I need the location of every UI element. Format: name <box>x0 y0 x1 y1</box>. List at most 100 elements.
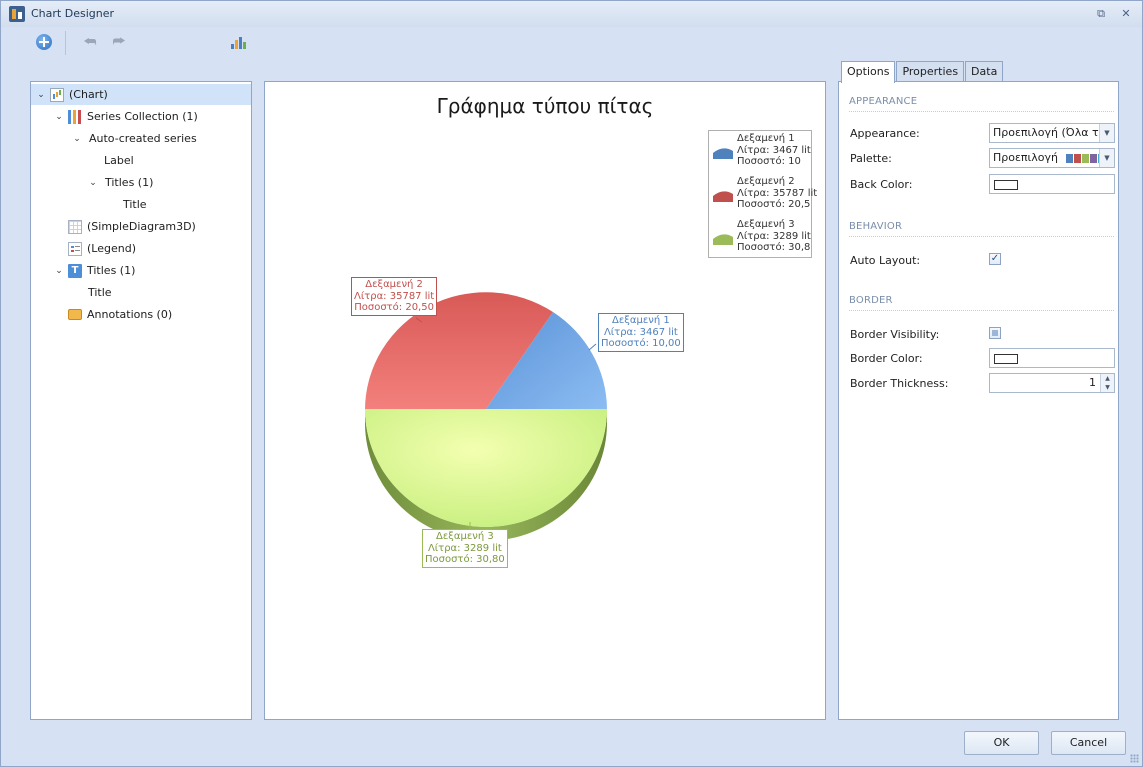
pie-label-tank-1: Δεξαμενή 1 Λίτρα: 3467 lit Ποσοστό: 10,0… <box>598 313 684 352</box>
add-circle-icon <box>36 34 52 50</box>
tree-item-label: Titles (1) <box>87 264 136 277</box>
chevron-down-icon[interactable]: ▼ <box>1099 149 1114 167</box>
chevron-down-icon[interactable]: ⌄ <box>35 90 47 100</box>
pie-label-line: Δεξαμενή 2 <box>365 279 423 290</box>
app-icon <box>9 6 25 22</box>
palette-dropdown[interactable]: Προεπιλογή ▼ <box>989 148 1115 168</box>
border-visibility-checkbox[interactable] <box>989 327 1001 339</box>
chart-icon <box>50 87 64 102</box>
border-thickness-label: Border Thickness: <box>850 377 949 390</box>
tree-item-annotations[interactable]: Annotations (0) <box>31 304 251 325</box>
redo-arrow-icon: ⮫ <box>112 34 126 50</box>
chevron-down-icon[interactable]: ⌄ <box>53 266 65 276</box>
tree-item-label: Series Collection (1) <box>87 110 198 123</box>
legend-line: Ποσοστό: 30,8 <box>737 242 811 253</box>
tree-item-label: Annotations (0) <box>87 308 173 321</box>
pie-label-line: Λίτρα: 3289 lit <box>427 542 502 554</box>
palette-value: Προεπιλογή <box>993 151 1058 164</box>
section-divider <box>849 236 1114 237</box>
chevron-down-icon[interactable]: ⌄ <box>71 134 83 144</box>
auto-layout-checkbox[interactable]: ✓ <box>989 253 1001 265</box>
palette-label: Palette: <box>850 152 892 165</box>
tree-item-series-title[interactable]: Title <box>31 194 251 215</box>
ok-button[interactable]: OK <box>964 731 1039 755</box>
pie-label-line: Ποσοστό: 30,80 <box>425 554 505 565</box>
border-color-picker[interactable] <box>989 348 1115 368</box>
tab-properties[interactable]: Properties <box>896 61 965 82</box>
border-visibility-label: Border Visibility: <box>850 328 940 341</box>
series-icon <box>68 109 82 124</box>
pie-label-tank-3: Δεξαμενή 3 Λίτρα: 3289 lit Ποσοστό: 30,8… <box>422 529 508 568</box>
tree-item-label: Title <box>88 286 112 299</box>
legend-swatch-icon <box>713 234 733 245</box>
pie-label-line: Δεξαμενή 1 <box>612 315 670 326</box>
section-header-behavior: BEHAVIOR <box>849 221 903 232</box>
tree-item-chart-title[interactable]: Title <box>31 282 251 303</box>
chevron-down-icon[interactable]: ▼ <box>1099 124 1114 142</box>
pie-slice-tank-3 <box>365 409 607 527</box>
legend-item: Δεξαμενή 1 Λίτρα: 3467 lit Ποσοστό: 10 <box>713 133 811 173</box>
tree-item-series-titles[interactable]: ⌄ Titles (1) <box>31 172 251 193</box>
chart-legend[interactable]: Δεξαμενή 1 Λίτρα: 3467 lit Ποσοστό: 10 Δ… <box>708 130 817 259</box>
section-divider <box>849 111 1114 112</box>
appearance-value: Προεπιλογή (Όλα τ... <box>993 126 1110 139</box>
legend-line: Δεξαμενή 3 <box>737 219 795 230</box>
section-divider <box>849 310 1114 311</box>
legend-line: Λίτρα: 3289 lit <box>737 230 811 242</box>
leader-line-tank-1 <box>588 343 597 351</box>
tree-item-legend[interactable]: (Legend) <box>31 238 251 259</box>
tree-item-label: (Chart) <box>69 88 108 101</box>
legend-icon <box>68 241 82 256</box>
tree-item-label-node[interactable]: Label <box>31 150 251 171</box>
resize-grip-icon[interactable] <box>1130 754 1139 763</box>
close-window-icon[interactable]: ✕ <box>1119 7 1133 20</box>
chevron-down-icon[interactable]: ⌄ <box>87 178 99 188</box>
pie-label-line: Ποσοστό: 20,50 <box>354 302 434 313</box>
pie-label-line: Δεξαμενή 3 <box>436 531 494 542</box>
legend-line: Λίτρα: 3467 lit <box>737 144 811 156</box>
tree-item-label: Title <box>123 198 147 211</box>
border-color-label: Border Color: <box>850 352 923 365</box>
border-thickness-spinner[interactable]: 1 ▲ ▼ <box>989 373 1115 393</box>
tree-item-label: (SimpleDiagram3D) <box>87 220 196 233</box>
cancel-button[interactable]: Cancel <box>1051 731 1126 755</box>
redo-button[interactable]: ⮫ <box>108 31 130 53</box>
options-panel: APPEARANCE Appearance: Προεπιλογή (Όλα τ… <box>838 81 1119 720</box>
back-color-picker[interactable] <box>989 174 1115 194</box>
add-button[interactable] <box>33 31 55 53</box>
chevron-down-icon[interactable]: ⌄ <box>53 112 65 122</box>
legend-swatch-icon <box>713 191 733 202</box>
tree-item-auto-created-series[interactable]: ⌄ Auto-created series <box>31 128 251 149</box>
property-tabs: Options Properties Data <box>841 61 1004 83</box>
pie-label-line: Ποσοστό: 10,00 <box>601 338 681 349</box>
legend-line: Ποσοστό: 10 <box>737 156 801 167</box>
spin-arrows-icon[interactable]: ▲ ▼ <box>1100 374 1114 392</box>
tree-item-chart[interactable]: ⌄ (Chart) <box>31 84 251 105</box>
appearance-dropdown[interactable]: Προεπιλογή (Όλα τ... ▼ <box>989 123 1115 143</box>
chart-wizard-button[interactable] <box>227 31 249 53</box>
legend-line: Λίτρα: 35787 lit <box>737 187 818 199</box>
pie-label-line: Λίτρα: 3467 lit <box>603 326 678 338</box>
undo-button[interactable]: ⮪ <box>79 31 101 53</box>
tree-item-chart-titles[interactable]: ⌄ T Titles (1) <box>31 260 251 281</box>
legend-item: Δεξαμενή 3 Λίτρα: 3289 lit Ποσοστό: 30,8 <box>713 219 811 259</box>
restore-window-icon[interactable]: ⧉ <box>1094 7 1108 20</box>
auto-layout-label: Auto Layout: <box>850 254 921 267</box>
border-thickness-value: 1 <box>1089 376 1096 389</box>
tree-item-series-collection[interactable]: ⌄ Series Collection (1) <box>31 106 251 127</box>
title-icon: T <box>68 263 82 278</box>
tree-item-label: Auto-created series <box>89 132 197 145</box>
section-header-border: BORDER <box>849 295 893 306</box>
legend-line: Δεξαμενή 2 <box>737 176 795 187</box>
chart-designer-window: Chart Designer ⧉ ✕ ⮪ ⮫ ⌄ (Chart) ⌄ Serie… <box>0 0 1143 767</box>
tree-item-diagram[interactable]: (SimpleDiagram3D) <box>31 216 251 237</box>
window-title: Chart Designer <box>31 7 114 20</box>
tab-data[interactable]: Data <box>965 61 1004 82</box>
back-color-label: Back Color: <box>850 178 913 191</box>
tab-options[interactable]: Options <box>841 61 896 83</box>
pie-label-tank-2: Δεξαμενή 2 Λίτρα: 35787 lit Ποσοστό: 20,… <box>351 277 438 316</box>
undo-arrow-icon: ⮪ <box>83 34 97 50</box>
diagram-icon <box>68 219 82 234</box>
title-bar: Chart Designer ⧉ ✕ <box>1 1 1142 27</box>
appearance-label: Appearance: <box>850 127 920 140</box>
